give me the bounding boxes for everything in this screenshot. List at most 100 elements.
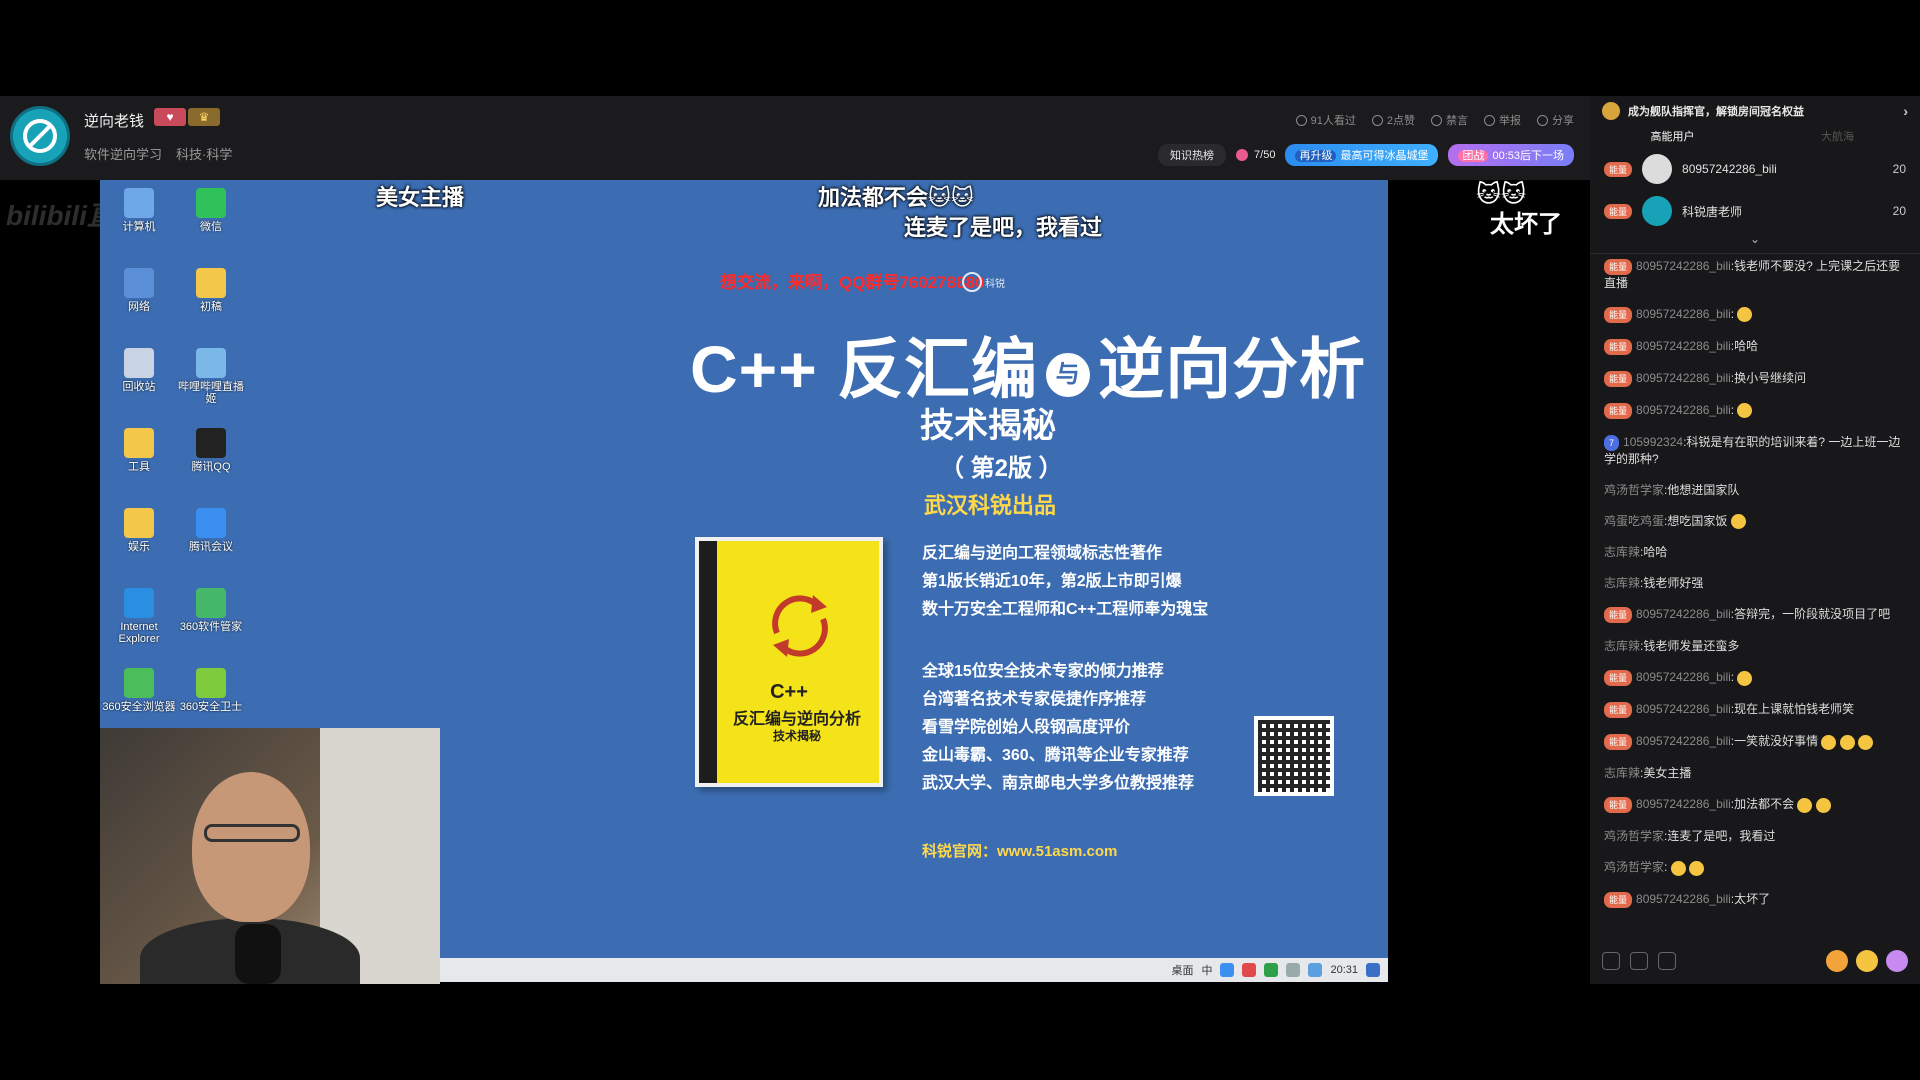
desktop-shortcut[interactable]: 360安全浏览器: [102, 668, 176, 713]
desktop-shortcut[interactable]: Internet Explorer: [102, 588, 176, 645]
rank-progress[interactable]: 7/50: [1236, 149, 1275, 161]
chat-message[interactable]: 能量 80957242286_bili:: [1604, 402, 1906, 419]
settings-icon[interactable]: [1630, 952, 1648, 970]
like-button[interactable]: 2点赞: [1371, 112, 1415, 128]
chat-username[interactable]: 80957242286_bili: [1636, 797, 1731, 811]
heart-badge-icon: ♥: [154, 108, 186, 126]
chat-username[interactable]: 80957242286_bili: [1636, 607, 1731, 621]
chat-text: :钱老师好强: [1640, 576, 1704, 591]
chat-message[interactable]: 7 105992324:科锐是有在职的培训来着? 一边上班一边学的那种?: [1604, 434, 1906, 467]
chat-mode-icon[interactable]: [1658, 952, 1676, 970]
top-user-row[interactable]: 能量 80957242286_bili 20: [1590, 148, 1920, 190]
chat-username[interactable]: 80957242286_bili: [1636, 259, 1731, 273]
top-user-row[interactable]: 能量 科锐唐老师 20: [1590, 190, 1920, 232]
desktop-shortcut[interactable]: 娱乐: [102, 508, 176, 553]
tray-volume-icon[interactable]: [1308, 963, 1323, 977]
chat-username[interactable]: 鸡蛋吃鸡蛋: [1604, 514, 1664, 528]
chat-username[interactable]: 鸡汤哲学家: [1604, 829, 1664, 843]
emoji-panel-icon[interactable]: [1602, 952, 1620, 970]
chat-username[interactable]: 志库辣: [1604, 639, 1640, 653]
chat-message[interactable]: 能量 80957242286_bili:: [1604, 669, 1906, 687]
live-video-player[interactable]: bilibili直播 计算机 微信 网络 初稿 回收站 哔哩哔哩直播姬 工具 腾讯QQ 娱乐 腾讯…: [0, 180, 1590, 984]
chat-username[interactable]: 鸡汤哲学家: [1604, 483, 1664, 497]
chat-message[interactable]: 能量 80957242286_bili:太坏了: [1604, 891, 1906, 908]
battle-timer[interactable]: 团战 00:53后下一场: [1448, 144, 1574, 166]
report-button[interactable]: 举报: [1484, 112, 1521, 128]
chat-message[interactable]: 鸡汤哲学家:: [1604, 859, 1906, 876]
chat-text: :加法都不会: [1730, 797, 1795, 812]
chat-message[interactable]: 能量 80957242286_bili:现在上课就怕钱老师笑: [1604, 701, 1906, 719]
chat-message[interactable]: 能量 80957242286_bili:加法都不会: [1604, 796, 1906, 814]
energy-badge: 能量: [1604, 161, 1633, 177]
chat-messages[interactable]: 能量 80957242286_bili:钱老师不要没? 上完课之后还要直播 能量 80…: [1590, 254, 1920, 908]
user-avatar[interactable]: [1642, 196, 1673, 226]
expand-users-button[interactable]: ⌄: [1590, 232, 1920, 254]
chat-username[interactable]: 80957242286_bili: [1636, 892, 1731, 906]
chat-message[interactable]: 能量 80957242286_bili:换小号继续问: [1604, 370, 1906, 387]
chat-username[interactable]: 80957242286_bili: [1636, 670, 1731, 684]
tag-category[interactable]: 软件逆向学习: [84, 144, 162, 163]
tab-guard[interactable]: 大航海: [1755, 126, 1920, 148]
chat-message[interactable]: 鸡汤哲学家:他想进国家队: [1604, 482, 1906, 498]
chat-message[interactable]: 能量 80957242286_bili:: [1604, 306, 1906, 323]
message-bubble-icon[interactable]: [1886, 950, 1908, 972]
medal-level-badge: 能量: [1604, 734, 1633, 751]
user-name[interactable]: 科锐唐老师: [1682, 203, 1742, 220]
chat-message[interactable]: 鸡蛋吃鸡蛋:想吃国家饭: [1604, 513, 1906, 530]
desktop-shortcut[interactable]: 腾讯会议: [174, 508, 248, 553]
taskbar-clock[interactable]: 20:31: [1330, 964, 1358, 976]
smile-icon[interactable]: [1856, 950, 1878, 972]
knowledge-ranking[interactable]: 知识热榜: [1158, 144, 1227, 166]
desktop-shortcut[interactable]: 网络: [102, 268, 176, 313]
thumb-up-gift-icon[interactable]: [1826, 950, 1848, 972]
chat-username[interactable]: 80957242286_bili: [1636, 702, 1731, 716]
chat-message[interactable]: 志库辣:美女主播: [1604, 765, 1906, 781]
chat-username[interactable]: 志库辣: [1604, 545, 1640, 559]
mute-button[interactable]: 禁言: [1431, 112, 1468, 128]
tab-high-energy-users[interactable]: 高能用户: [1590, 126, 1755, 148]
show-desktop-icon[interactable]: [1366, 963, 1380, 977]
tray-app-icon[interactable]: [1264, 963, 1279, 977]
desktop-shortcut[interactable]: 初稿: [174, 268, 248, 313]
chat-message[interactable]: 能量 80957242286_bili:一笑就没好事情: [1604, 733, 1906, 751]
tray-network-icon[interactable]: [1286, 963, 1301, 977]
chat-username[interactable]: 志库辣: [1604, 766, 1640, 780]
chat-username[interactable]: 105992324: [1623, 435, 1683, 449]
chat-message[interactable]: 能量 80957242286_bili:哈哈: [1604, 338, 1906, 355]
chat-message[interactable]: 能量 80957242286_bili:答辩完，一阶段就没项目了吧: [1604, 606, 1906, 624]
user-avatar[interactable]: [1642, 154, 1673, 184]
tag-area[interactable]: 科技·科学: [176, 144, 232, 163]
chat-username[interactable]: 80957242286_bili: [1636, 403, 1731, 417]
desktop-shortcut[interactable]: 微信: [174, 188, 248, 233]
promo-banner[interactable]: 再升级 最高可得冰晶城堡: [1285, 144, 1439, 166]
desktop-shortcut[interactable]: 回收站: [102, 348, 176, 393]
chat-username[interactable]: 80957242286_bili: [1636, 307, 1731, 321]
streamer-avatar[interactable]: [10, 106, 70, 166]
user-name[interactable]: 80957242286_bili: [1682, 162, 1777, 176]
chat-message[interactable]: 鸡汤哲学家:连麦了是吧，我看过: [1604, 828, 1906, 844]
chat-username[interactable]: 80957242286_bili: [1636, 371, 1731, 385]
chat-username[interactable]: 鸡汤哲学家: [1604, 860, 1664, 874]
chat-username[interactable]: 志库辣: [1604, 576, 1640, 590]
tray-app-icon[interactable]: [1242, 963, 1257, 977]
chat-message[interactable]: 志库辣:钱老师好强: [1604, 575, 1906, 591]
taskbar-desktop-label[interactable]: 桌面: [1171, 962, 1193, 978]
chat-message[interactable]: 志库辣:哈哈: [1604, 544, 1906, 560]
desktop-shortcut[interactable]: 哔哩哔哩直播姬: [174, 348, 248, 405]
ie-icon: [124, 588, 154, 618]
chat-message[interactable]: 能量 80957242286_bili:钱老师不要没? 上完课之后还要直播: [1604, 258, 1906, 291]
desktop-shortcut[interactable]: 计算机: [102, 188, 176, 233]
tray-app-icon[interactable]: [1220, 963, 1235, 977]
desktop-shortcut[interactable]: 360安全卫士: [174, 668, 248, 713]
fleet-commander-banner[interactable]: 成为舰队指挥官，解锁房间冠名权益 ›: [1590, 96, 1920, 126]
chat-username[interactable]: 80957242286_bili: [1636, 339, 1731, 353]
chat-username[interactable]: 80957242286_bili: [1636, 734, 1731, 748]
desktop-shortcut[interactable]: 360软件管家: [174, 588, 248, 633]
streamer-name[interactable]: 逆向老钱: [84, 110, 144, 131]
share-button[interactable]: 分享: [1537, 112, 1574, 128]
desktop-shortcut[interactable]: 工具: [102, 428, 176, 473]
desktop-shortcut[interactable]: 腾讯QQ: [174, 428, 248, 473]
ime-indicator[interactable]: 中: [1201, 962, 1212, 978]
chat-message[interactable]: 志库辣:钱老师发量还蛮多: [1604, 638, 1906, 654]
slide-subtitle: 技术揭秘: [920, 407, 1056, 445]
